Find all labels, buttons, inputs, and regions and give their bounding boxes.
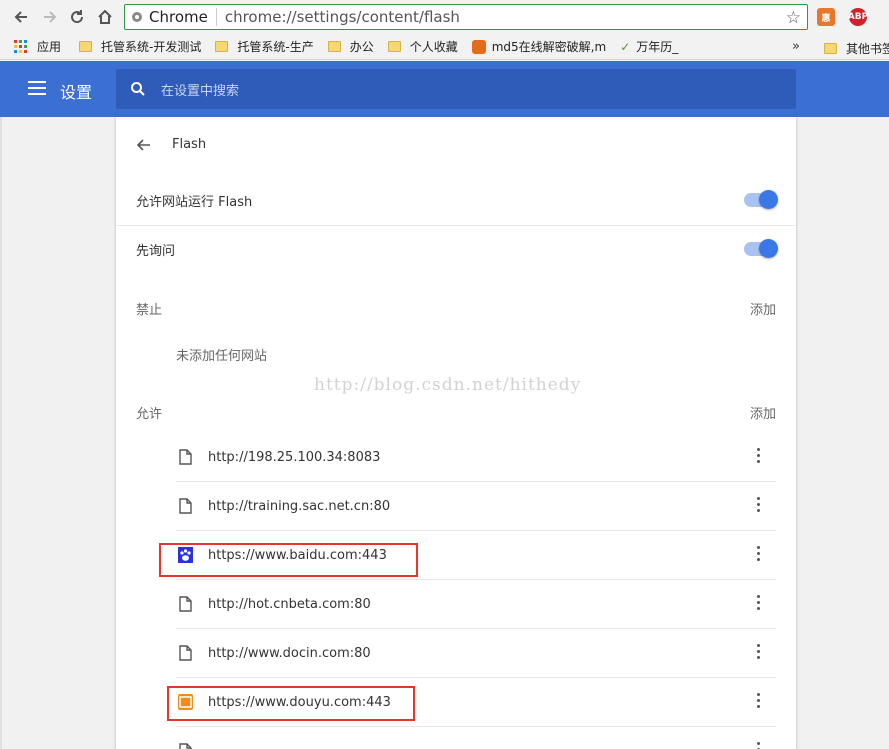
site-url: http://198.25.100.34:8083 (208, 450, 381, 465)
watermark: http://blog.csdn.net/hithedy (314, 375, 582, 395)
back-arrow-icon (14, 11, 27, 23)
search-icon (131, 82, 145, 96)
folder-icon (824, 43, 837, 54)
list-item[interactable]: http://198.25.100.34:8083 (176, 433, 776, 482)
block-heading: 禁止 (136, 303, 163, 318)
apps-icon (14, 40, 27, 53)
flash-settings-card: Flash 允许网站运行 Flash 先询问 禁止 添加 未添加任何网站 允许 … (116, 117, 796, 749)
omnibox-chrome-label: Chrome (149, 8, 217, 26)
browser-toolbar: Chrome chrome://settings/content/flash ☆… (0, 0, 889, 34)
bookmark-label: 托管系统-开发测试 (101, 40, 202, 54)
allow-flash-toggle[interactable] (744, 190, 778, 209)
home-icon (98, 9, 112, 24)
more-options-icon[interactable] (754, 448, 762, 466)
back-button[interactable] (8, 4, 34, 30)
block-empty-text: 未添加任何网站 (176, 349, 268, 364)
more-options-icon[interactable] (754, 742, 762, 749)
bookmark-label: 万年历_ (636, 40, 679, 54)
site-url: http://www.docin.com:80 (208, 646, 371, 661)
folder-icon (215, 41, 229, 52)
highlight-box-baidu (159, 543, 418, 577)
settings-header: 设置 在设置中搜索 (0, 61, 889, 117)
allow-flash-label: 允许网站运行 Flash (136, 195, 253, 210)
reload-button[interactable] (64, 4, 90, 30)
bookmark-label: 办公 (349, 40, 374, 54)
allow-flash-row: 允许网站运行 Flash (116, 175, 796, 225)
bookmark-calendar[interactable]: ✓ 万年历_ (620, 38, 678, 55)
more-options-icon[interactable] (754, 497, 762, 515)
block-add-button[interactable]: 添加 (750, 299, 776, 318)
extension-orange-icon[interactable]: 惠 (817, 8, 835, 26)
hao-check-icon: ✓ (620, 39, 631, 54)
bookmark-label: 应用 (37, 40, 62, 54)
bookmark-apps[interactable]: 应用 (37, 38, 61, 55)
bookmarks-bar: 应用 托管系统-开发测试 托管系统-生产 办公 个人收藏 md5在线解密破解,m… (0, 34, 889, 60)
bookmark-star-icon[interactable]: ☆ (786, 8, 801, 28)
allow-add-button[interactable]: 添加 (750, 403, 776, 422)
bookmark-label: 托管系统-生产 (237, 40, 314, 54)
home-button[interactable] (92, 4, 118, 30)
more-options-icon[interactable] (754, 644, 762, 662)
back-arrow-icon[interactable] (136, 137, 152, 153)
ask-first-toggle[interactable] (744, 239, 778, 258)
adblock-icon[interactable]: ABP (848, 8, 868, 26)
forward-arrow-icon (44, 11, 57, 23)
folder-icon (327, 41, 341, 52)
more-options-icon[interactable] (754, 693, 762, 711)
list-item[interactable]: http://hot.cnbeta.com:80 (176, 580, 776, 629)
bookmarks-overflow-button[interactable]: » (792, 39, 800, 54)
list-item-partial[interactable] (176, 727, 776, 749)
omnibox-url: chrome://settings/content/flash (224, 8, 460, 26)
page-icon (179, 596, 192, 612)
allow-heading: 允许 (136, 407, 163, 422)
bookmark-md5[interactable]: md5在线解密破解,m (471, 38, 607, 55)
bookmark-folder[interactable]: 托管系统-开发测试 (79, 38, 201, 55)
list-item[interactable]: http://www.docin.com:80 (176, 629, 776, 678)
subpage-header: Flash (116, 117, 796, 173)
search-placeholder: 在设置中搜索 (161, 83, 240, 99)
site-url: http://hot.cnbeta.com:80 (208, 597, 371, 612)
page-edge (0, 117, 2, 749)
page-icon (179, 645, 192, 661)
reload-icon (71, 10, 84, 24)
bookmark-folder[interactable]: 托管系统-生产 (215, 38, 314, 55)
settings-search-input[interactable]: 在设置中搜索 (116, 69, 796, 109)
bookmark-other-folder[interactable]: 其他书签 (824, 40, 889, 57)
md5-site-icon (471, 39, 486, 54)
highlight-box-douyu (167, 686, 415, 721)
page-icon (179, 449, 192, 465)
page-icon (179, 743, 192, 749)
settings-title: 设置 (60, 83, 93, 102)
folder-icon (387, 41, 401, 52)
site-url: http://training.sac.net.cn:80 (208, 499, 391, 514)
bookmark-label: md5在线解密破解,m (491, 40, 607, 54)
bookmark-label: 个人收藏 (409, 40, 458, 54)
bookmark-folder[interactable]: 办公 (327, 38, 374, 55)
folder-icon (79, 41, 93, 52)
address-bar[interactable]: Chrome chrome://settings/content/flash ☆ (124, 4, 808, 30)
page-title: Flash (172, 137, 207, 152)
hamburger-menu-icon[interactable] (28, 81, 46, 95)
chrome-page-icon (132, 12, 142, 22)
page-icon (179, 498, 192, 514)
ask-first-row: 先询问 (116, 224, 796, 274)
more-options-icon[interactable] (754, 595, 762, 613)
bookmark-folder[interactable]: 个人收藏 (387, 38, 458, 55)
bookmark-label: 其他书签 (846, 42, 889, 56)
forward-button[interactable] (37, 4, 63, 30)
more-options-icon[interactable] (754, 546, 762, 564)
list-item[interactable]: http://training.sac.net.cn:80 (176, 482, 776, 531)
ask-first-label: 先询问 (136, 244, 176, 259)
